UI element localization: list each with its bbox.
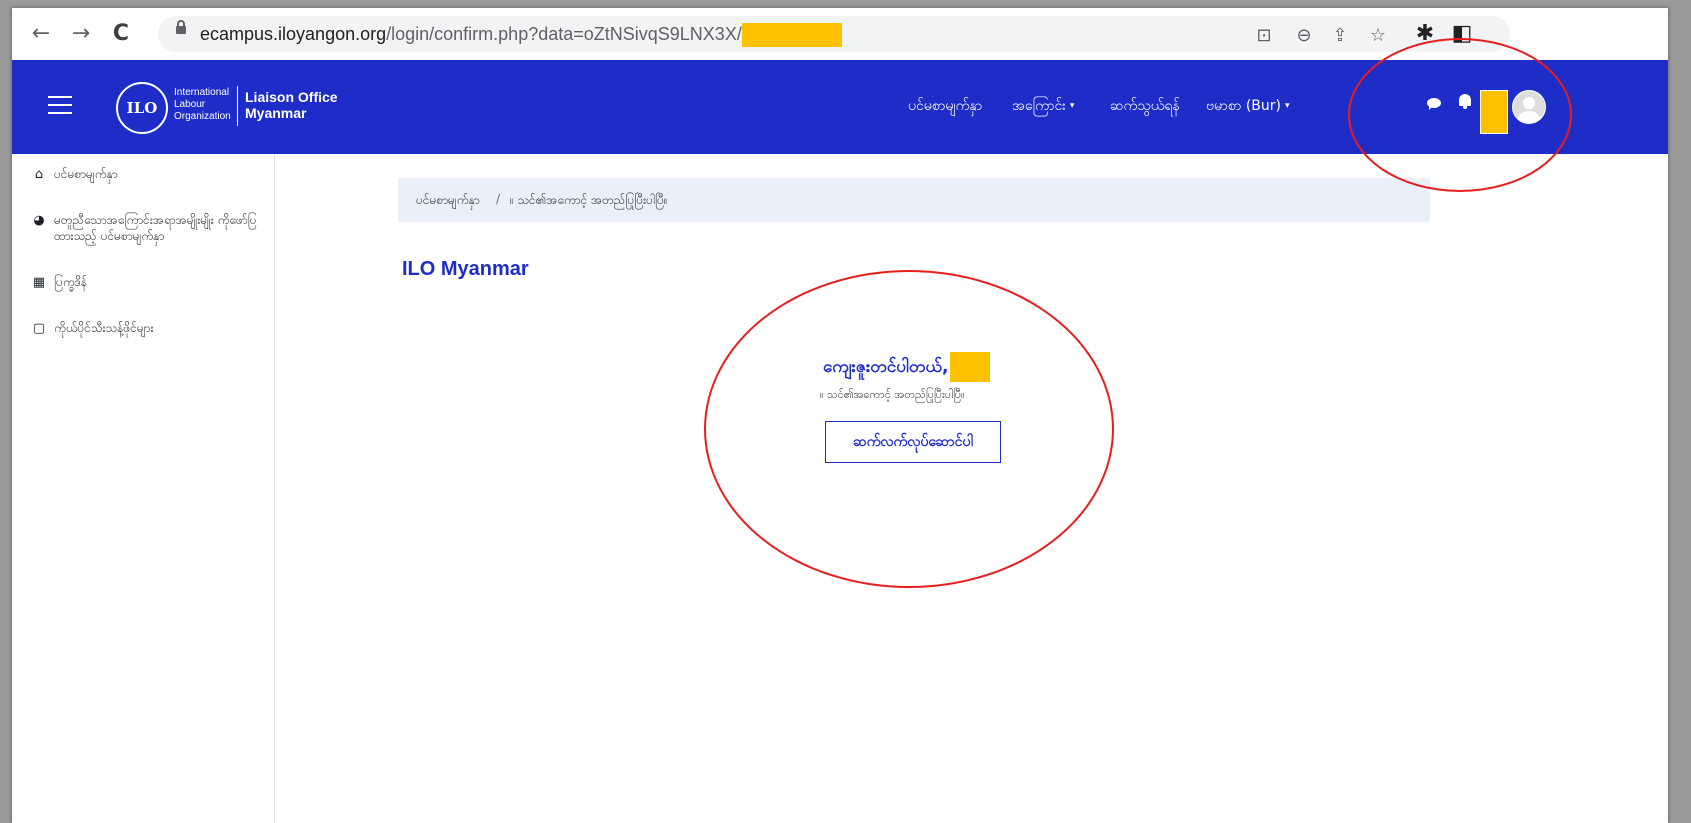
breadcrumb-separator: / bbox=[496, 192, 501, 206]
organization-name: International Labour Organization bbox=[174, 87, 231, 123]
breadcrumb-current: ။ သင်၏အကောင့် အတည်ပြုပြီးပါပြီ။ bbox=[510, 193, 668, 207]
sidebar-item-label: ပြက္ခဒိန် bbox=[54, 275, 88, 289]
url-text[interactable]: ecampus.iloyangon.org/login/confirm.php?… bbox=[200, 23, 842, 47]
nav-about[interactable]: အကြောင်း ▾ bbox=[1012, 96, 1074, 117]
chevron-down-icon: ▾ bbox=[1069, 101, 1075, 111]
nav-drawer: ⌂ ပင်မစာမျက်နှာ ◕ မတူညီသောအကြောင်းအရာအမျို… bbox=[12, 154, 275, 823]
sidebar-item-dashboard[interactable]: ◕ မတူညီသောအကြောင်းအရာအမျိုးမျိုး ကိုဖော်ပ… bbox=[32, 212, 264, 244]
sidebar-item-home[interactable]: ⌂ ပင်မစာမျက်နှာ bbox=[32, 166, 118, 183]
org-line-3: Organization bbox=[174, 111, 231, 122]
sidebar-item-calendar[interactable]: ▦ ပြက္ခဒိန် bbox=[32, 274, 87, 291]
annotation-circle-confirmation bbox=[704, 270, 1114, 588]
bookmark-star-icon[interactable]: ☆ bbox=[1366, 23, 1390, 47]
forward-icon[interactable]: → bbox=[68, 20, 94, 46]
home-icon: ⌂ bbox=[34, 167, 44, 182]
share-icon[interactable]: ⇪ bbox=[1328, 23, 1352, 47]
nav-home[interactable]: ပင်မစာမျက်နှာ bbox=[908, 96, 982, 117]
dashboard-icon: ◕ bbox=[33, 213, 45, 228]
hamburger-menu-icon[interactable] bbox=[48, 96, 72, 114]
page-title: ILO Myanmar bbox=[402, 258, 529, 280]
ilo-logo[interactable]: ILO bbox=[116, 82, 168, 134]
nav-about-label: အကြောင်း bbox=[1012, 98, 1066, 114]
brand-divider bbox=[237, 86, 238, 126]
zoom-icon[interactable]: ⊖ bbox=[1292, 23, 1316, 47]
back-icon[interactable]: ← bbox=[28, 20, 54, 46]
sidebar-item-private-files[interactable]: ▢ ကိုယ်ပိုင်သီးသန့်ဖိုင်များ bbox=[32, 320, 154, 337]
org-line-2: Labour bbox=[174, 99, 206, 110]
org-line-1: International bbox=[174, 87, 230, 98]
sidebar-item-label: ပင်မစာမျက်နှာ bbox=[54, 167, 118, 181]
chevron-down-icon: ▾ bbox=[1285, 101, 1290, 111]
file-icon: ▢ bbox=[32, 321, 46, 336]
reload-icon[interactable]: C bbox=[108, 20, 134, 46]
nav-home-label: ပင်မစာမျက်နှာ bbox=[908, 98, 983, 114]
annotation-circle-user-area bbox=[1348, 38, 1572, 192]
address-bar[interactable]: ecampus.iloyangon.org/login/confirm.php?… bbox=[158, 16, 1510, 52]
sidebar-item-label: ကိုယ်ပိုင်သီးသန့်ဖိုင်များ bbox=[54, 321, 154, 335]
sidebar-item-label: မတူညီသောအကြောင်းအရာအမျိုးမျိုး ကိုဖော်ပြ… bbox=[54, 213, 257, 243]
language-label: ဗမာစာ (Bur) bbox=[1206, 98, 1281, 114]
url-redaction bbox=[741, 23, 842, 47]
nav-contact[interactable]: ဆက်သွယ်ရန် bbox=[1110, 96, 1180, 117]
url-host: ecampus.iloyangon.org bbox=[200, 23, 387, 44]
screenshot-frame: ← → C ecampus.iloyangon.org/login/confir… bbox=[12, 8, 1668, 823]
lock-icon[interactable] bbox=[176, 20, 186, 34]
breadcrumb-home[interactable]: ပင်မစာမျက်နှာ bbox=[416, 192, 480, 210]
translate-icon[interactable]: ⊡ bbox=[1252, 23, 1276, 47]
nav-contact-label: ဆက်သွယ်ရန် bbox=[1110, 98, 1180, 114]
liaison-office-name: Liaison Office Myanmar bbox=[245, 89, 338, 121]
liaison-line-1: Liaison Office bbox=[245, 89, 338, 105]
liaison-line-2: Myanmar bbox=[245, 105, 307, 121]
language-selector[interactable]: ဗမာစာ (Bur) ▾ bbox=[1206, 96, 1290, 117]
breadcrumb: ပင်မစာမျက်နှာ / ။ သင်၏အကောင့် အတည်ပြုပြီ… bbox=[398, 178, 1430, 222]
url-path: /login/confirm.php?data=oZtNSivqS9LNX3X/ bbox=[386, 23, 742, 44]
calendar-icon: ▦ bbox=[32, 275, 46, 290]
